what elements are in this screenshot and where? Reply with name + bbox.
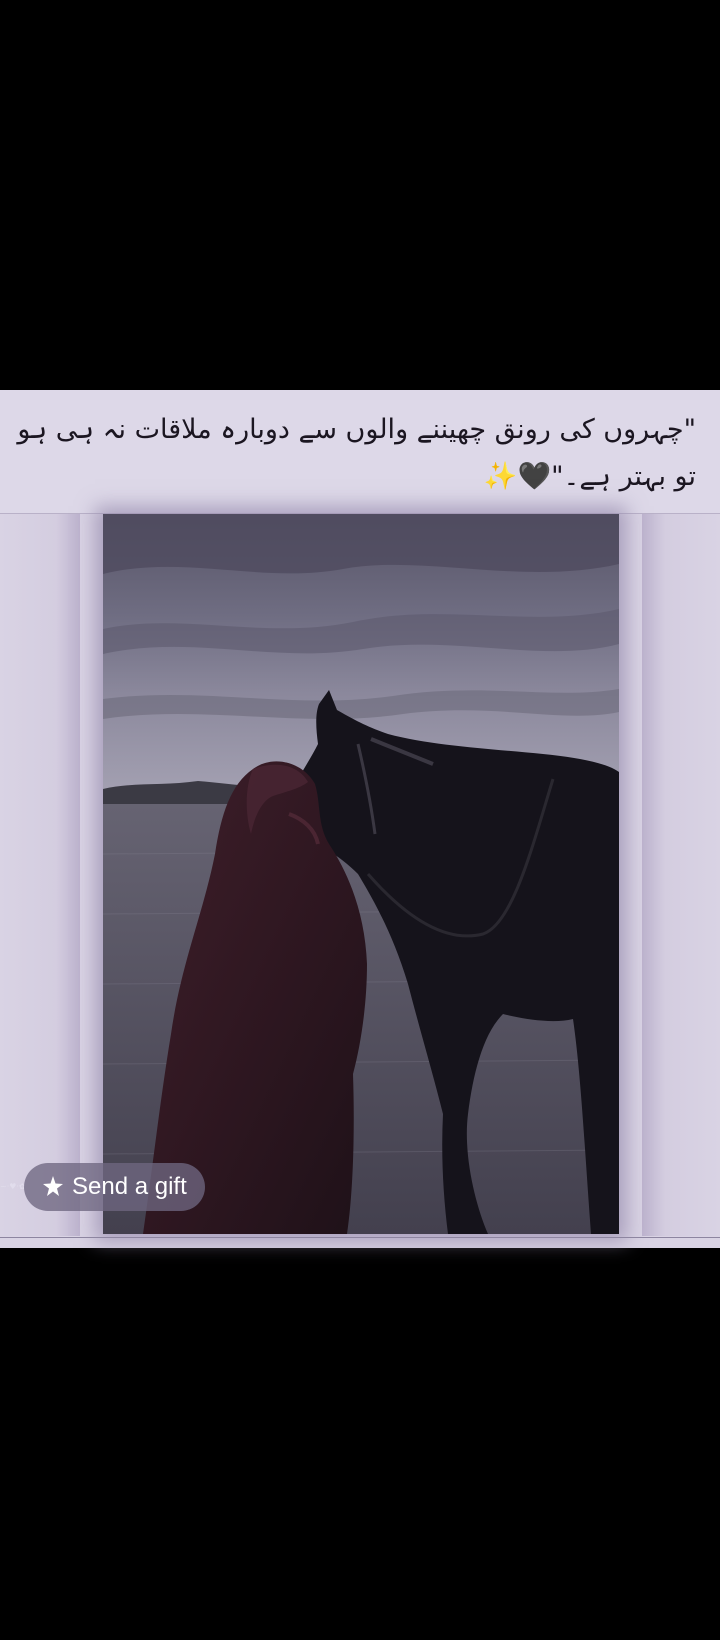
photo-illustration	[103, 514, 619, 1234]
gift-sparkle-icon	[40, 1174, 66, 1200]
post-photo[interactable]	[103, 514, 619, 1234]
media-blur-right	[642, 514, 720, 1236]
post-caption: "چہروں کی رونق چھیننے والوں سے دوبارہ مل…	[17, 414, 696, 492]
screen: "چہروں کی رونق چھیننے والوں سے دوبارہ مل…	[0, 0, 720, 1640]
post-card: "چہروں کی رونق چھیننے والوں سے دوبارہ مل…	[0, 390, 720, 1248]
post-media[interactable]	[0, 514, 720, 1236]
send-gift-label: Send a gift	[72, 1173, 187, 1200]
caption-area: "چہروں کی رونق چھیننے والوں سے دوبارہ مل…	[0, 390, 720, 514]
send-gift-button[interactable]: Send a gift	[24, 1163, 205, 1211]
media-blur-left	[0, 514, 80, 1236]
post-divider	[0, 1237, 720, 1238]
